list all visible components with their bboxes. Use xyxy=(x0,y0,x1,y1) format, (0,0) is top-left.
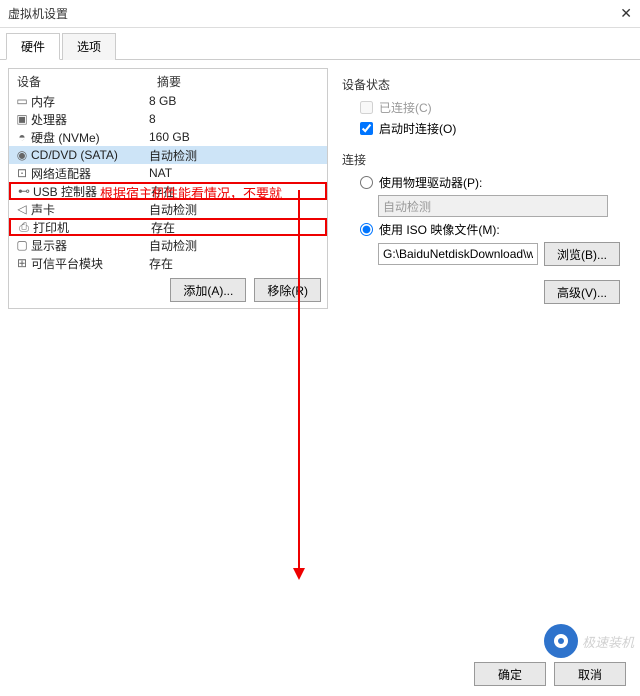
device-row-sound[interactable]: ◁ 声卡 自动检测 xyxy=(9,200,327,218)
device-row-memory[interactable]: ▭ 内存 8 GB xyxy=(9,92,327,110)
device-row-cddvd[interactable]: ◉ CD/DVD (SATA) 自动检测 xyxy=(9,146,327,164)
cpu-icon: ▣ xyxy=(13,112,31,126)
device-row-hdd[interactable]: ◓ 硬盘 (NVMe) 160 GB xyxy=(9,128,327,146)
settings-panel: 设备状态 已连接(C) 启动时连接(O) 连接 使用物理驱动器(P): 自动检测… xyxy=(336,68,632,309)
ok-button[interactable]: 确定 xyxy=(474,662,546,686)
remove-device-button[interactable]: 移除(R) xyxy=(254,278,321,302)
device-row-cpu[interactable]: ▣ 处理器 8 xyxy=(9,110,327,128)
network-icon: ⊡ xyxy=(13,166,31,180)
tpm-icon: ⊞ xyxy=(13,256,31,270)
device-list: ▭ 内存 8 GB ▣ 处理器 8 ◓ 硬盘 (NVMe) 160 GB ◉ C… xyxy=(9,92,327,272)
sound-icon: ◁ xyxy=(13,202,31,216)
watermark-text: 极速装机 xyxy=(582,632,634,651)
watermark-logo-icon xyxy=(544,624,578,658)
device-row-printer[interactable]: ⎙ 打印机 存在 xyxy=(9,218,327,236)
usb-icon: ⊷ xyxy=(15,184,33,198)
watermark: 极速装机 xyxy=(544,624,634,658)
tab-options[interactable]: 选项 xyxy=(62,33,116,60)
device-row-network[interactable]: ⊡ 网络适配器 NAT xyxy=(9,164,327,182)
browse-button[interactable]: 浏览(B)... xyxy=(544,242,620,266)
connected-row: 已连接(C) xyxy=(360,99,626,116)
dialog-buttons: 确定 取消 xyxy=(474,662,626,686)
close-icon[interactable]: ✕ xyxy=(592,5,632,22)
connect-at-poweron-checkbox[interactable] xyxy=(360,122,373,135)
device-list-header: 设备 摘要 xyxy=(9,69,327,92)
content-area: 设备 摘要 ▭ 内存 8 GB ▣ 处理器 8 ◓ 硬盘 (NVMe) 160 … xyxy=(0,60,640,317)
use-iso-label: 使用 ISO 映像文件(M): xyxy=(379,221,500,238)
use-iso-radio[interactable] xyxy=(360,223,373,236)
connected-checkbox xyxy=(360,101,373,114)
disc-icon: ◉ xyxy=(13,148,31,162)
header-device: 设备 xyxy=(17,73,157,90)
tab-hardware[interactable]: 硬件 xyxy=(6,33,60,60)
advanced-button[interactable]: 高级(V)... xyxy=(544,280,620,304)
device-row-tpm[interactable]: ⊞ 可信平台模块 存在 xyxy=(9,254,327,272)
connected-label: 已连接(C) xyxy=(379,99,432,116)
window-title: 虚拟机设置 xyxy=(8,5,592,22)
connection-heading: 连接 xyxy=(342,151,626,168)
hdd-icon: ◓ xyxy=(13,130,31,144)
advanced-row: 高级(V)... xyxy=(342,280,626,304)
use-physical-label: 使用物理驱动器(P): xyxy=(379,174,482,191)
poweron-row: 启动时连接(O) xyxy=(360,120,626,137)
physical-drive-select: 自动检测 xyxy=(378,195,608,217)
iso-path-row: 浏览(B)... xyxy=(378,242,626,266)
memory-icon: ▭ xyxy=(13,94,31,108)
device-status-heading: 设备状态 xyxy=(342,76,626,93)
iso-row: 使用 ISO 映像文件(M): xyxy=(360,221,626,238)
annotation-arrow xyxy=(298,190,300,578)
device-row-display[interactable]: ▢ 显示器 自动检测 xyxy=(9,236,327,254)
tab-strip: 硬件 选项 xyxy=(0,28,640,60)
printer-icon: ⎙ xyxy=(15,220,33,235)
device-buttons: 添加(A)... 移除(R) xyxy=(9,272,327,308)
header-summary: 摘要 xyxy=(157,73,181,90)
display-icon: ▢ xyxy=(13,238,31,252)
physical-select-row: 自动检测 xyxy=(378,195,626,217)
annotation-text: 根据宿主机性能看情况，不要就 xyxy=(100,183,282,202)
physical-drive-row: 使用物理驱动器(P): xyxy=(360,174,626,191)
poweron-label: 启动时连接(O) xyxy=(379,120,456,137)
cancel-button[interactable]: 取消 xyxy=(554,662,626,686)
use-physical-radio[interactable] xyxy=(360,176,373,189)
add-device-button[interactable]: 添加(A)... xyxy=(170,278,246,302)
titlebar: 虚拟机设置 ✕ xyxy=(0,0,640,28)
iso-path-input[interactable] xyxy=(378,243,538,265)
